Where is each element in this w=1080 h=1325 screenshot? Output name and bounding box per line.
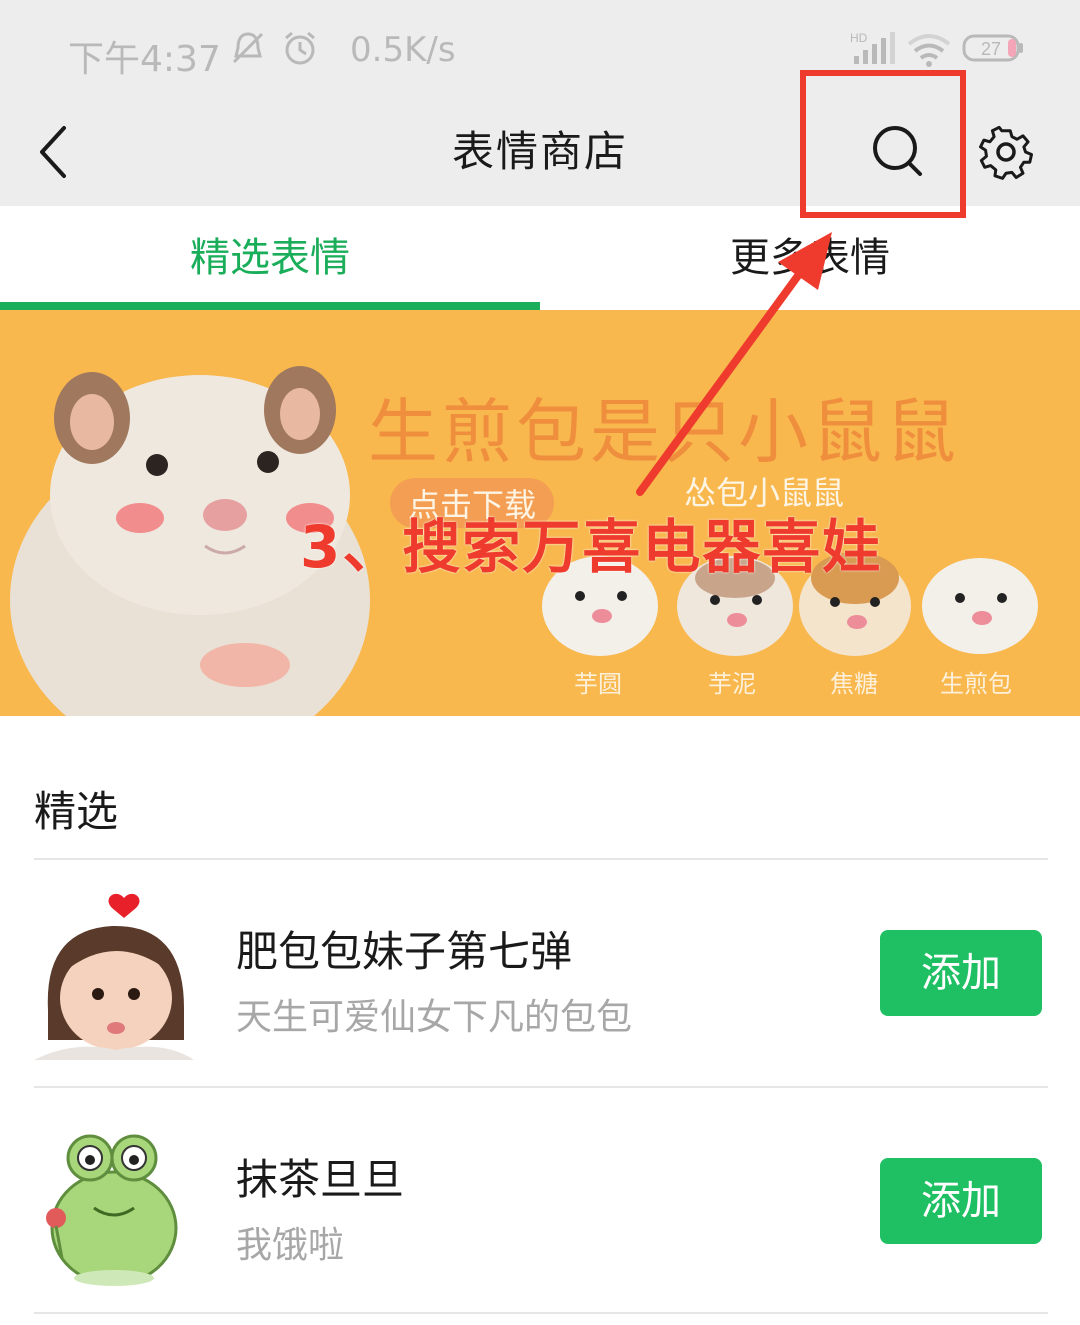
banner-name-label: 芋泥: [708, 670, 756, 698]
mute-icon: [228, 28, 268, 72]
status-bar: 下午4:37 0.5K/s HD 27: [0, 0, 1080, 100]
search-icon: [873, 126, 922, 176]
divider: [34, 1312, 1048, 1314]
item-description: 天生可爱仙女下凡的包包: [236, 997, 633, 1038]
screen: 下午4:37 0.5K/s HD 27 表情商店 精选表情 更多表情 生煎包是只…: [0, 0, 1080, 1325]
search-button[interactable]: [860, 110, 936, 194]
add-button[interactable]: 添加: [880, 930, 1042, 1016]
annotation-text: 3、搜索万喜电器喜娃: [300, 513, 883, 581]
battery-level: 27: [981, 39, 1001, 59]
battery-icon: 27: [962, 34, 1026, 68]
sticker-thumbnail-girl: [34, 893, 194, 1060]
section-title: 精选: [34, 787, 119, 836]
tab-bar: 精选表情 更多表情: [0, 206, 1080, 310]
nav-bar: 表情商店: [0, 100, 1080, 206]
item-description: 我饿啦: [236, 1225, 345, 1266]
item-title: 抹茶旦旦: [236, 1155, 405, 1204]
list-item[interactable]: 肥包包妹子第七弹 天生可爱仙女下凡的包包 添加: [0, 860, 1080, 1086]
banner-name-label: 生煎包: [940, 670, 1012, 698]
settings-button[interactable]: [968, 110, 1044, 194]
add-button[interactable]: 添加: [880, 1158, 1042, 1244]
signal-icon: HD: [850, 30, 896, 70]
item-title: 肥包包妹子第七弹: [236, 927, 573, 976]
tab-featured-stickers[interactable]: 精选表情: [0, 206, 540, 310]
list-item[interactable]: 抹茶旦旦 我饿啦 添加: [0, 1088, 1080, 1314]
tab-more-stickers[interactable]: 更多表情: [540, 206, 1080, 310]
banner-title: 生煎包是只小鼠鼠: [368, 391, 960, 473]
wifi-icon: [906, 32, 952, 72]
banner-name-label: 芋圆: [574, 670, 622, 698]
status-time: 下午4:37: [68, 39, 221, 80]
network-speed: 0.5K/s: [350, 30, 456, 70]
banner-name-label: 焦糖: [830, 670, 878, 698]
sticker-thumbnail-frog: [46, 1134, 178, 1286]
gear-icon: [979, 125, 1033, 180]
signal-hd-label: HD: [850, 31, 868, 45]
alarm-icon: [280, 28, 320, 72]
active-tab-indicator: [0, 302, 540, 310]
